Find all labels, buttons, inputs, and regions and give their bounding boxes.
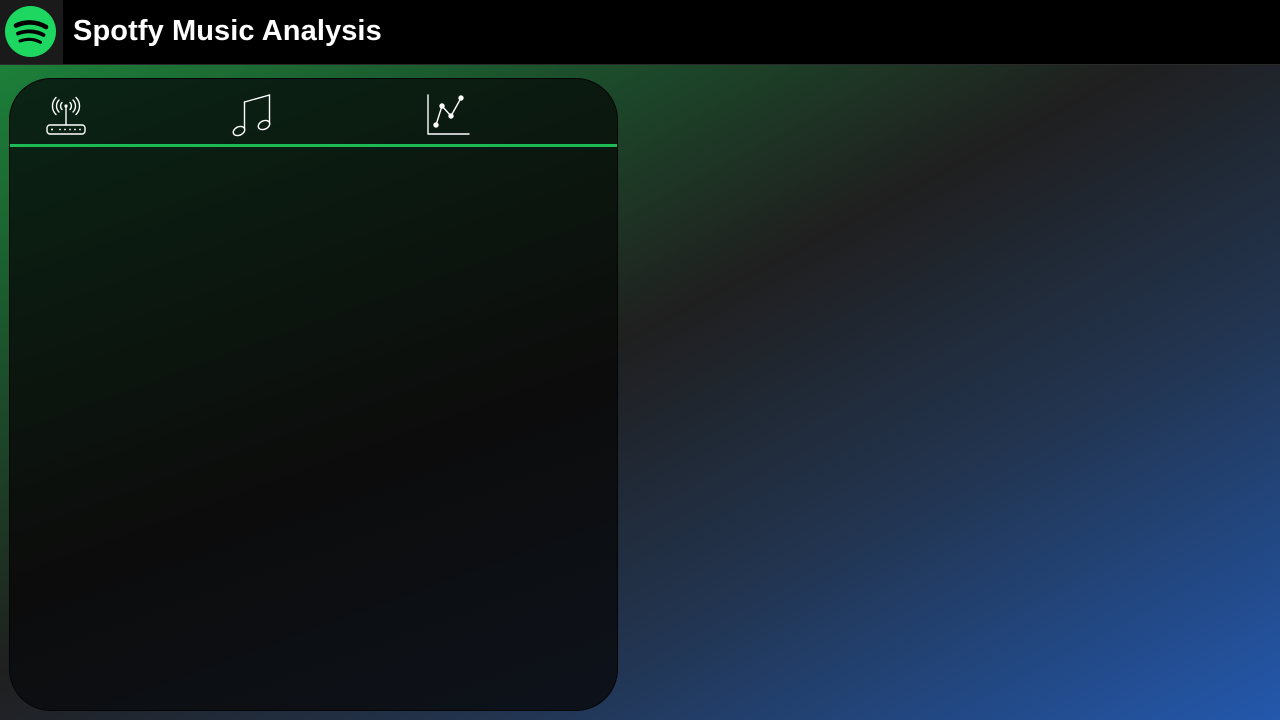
spotify-logo-icon: [5, 6, 56, 57]
panel-divider: [10, 144, 617, 147]
router-icon[interactable]: [43, 93, 89, 139]
page-title: Spotfy Music Analysis: [73, 15, 382, 47]
top-header: Spotfy Music Analysis: [0, 0, 1280, 65]
music-note-icon[interactable]: [229, 93, 275, 139]
logo-container: [0, 0, 63, 64]
line-chart-icon[interactable]: [425, 93, 471, 139]
main-panel: [9, 78, 618, 711]
